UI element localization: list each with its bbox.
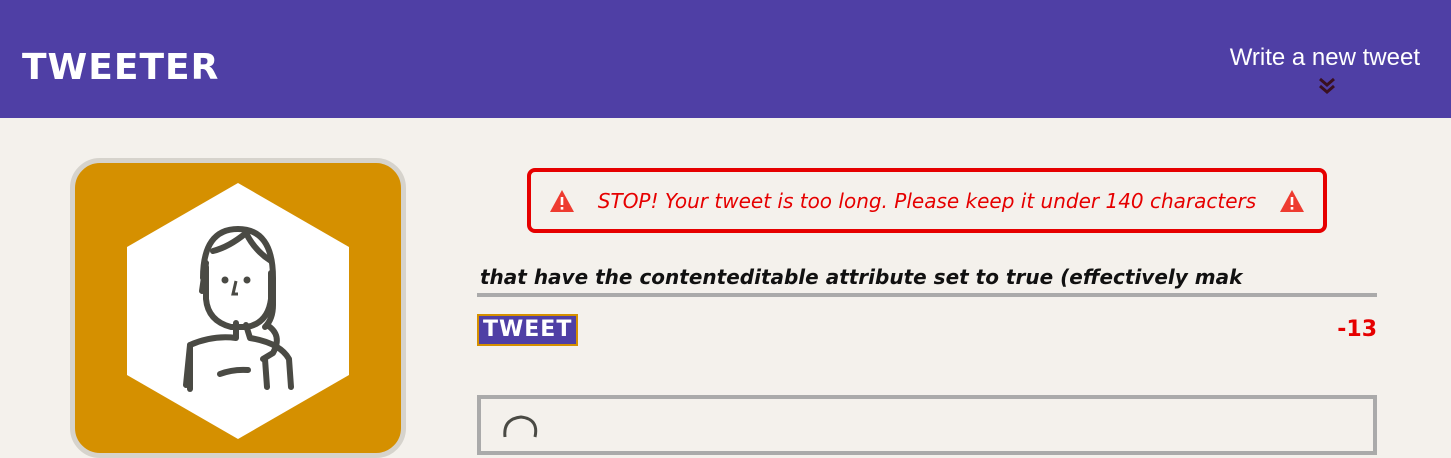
warning-icon bbox=[1280, 189, 1304, 212]
top-nav: TWEETER Write a new tweet bbox=[0, 0, 1451, 118]
brand-logo[interactable]: TWEETER bbox=[22, 44, 219, 92]
tweet-card bbox=[477, 395, 1377, 455]
woman-avatar-icon bbox=[127, 183, 349, 439]
user-avatar-icon bbox=[503, 415, 538, 438]
tweet-text-visible-line[interactable]: that have the contenteditable attribute … bbox=[480, 259, 1242, 291]
character-counter: -13 bbox=[1337, 317, 1377, 342]
composer-divider bbox=[477, 293, 1377, 297]
write-new-tweet-toggle[interactable]: Write a new tweet bbox=[1230, 42, 1420, 94]
double-chevron-down-icon[interactable] bbox=[1317, 76, 1337, 96]
tweet-text-area[interactable]: that have the contenteditable attribute … bbox=[480, 225, 1375, 291]
tweet-too-long-error: STOP! Your tweet is too long. Please kee… bbox=[527, 168, 1327, 233]
warning-icon bbox=[550, 189, 574, 212]
error-message: STOP! Your tweet is too long. Please kee… bbox=[597, 188, 1257, 213]
tweet-submit-button[interactable]: TWEET bbox=[477, 314, 579, 346]
write-new-tweet-label[interactable]: Write a new tweet bbox=[1230, 44, 1420, 71]
profile-card bbox=[70, 158, 406, 458]
